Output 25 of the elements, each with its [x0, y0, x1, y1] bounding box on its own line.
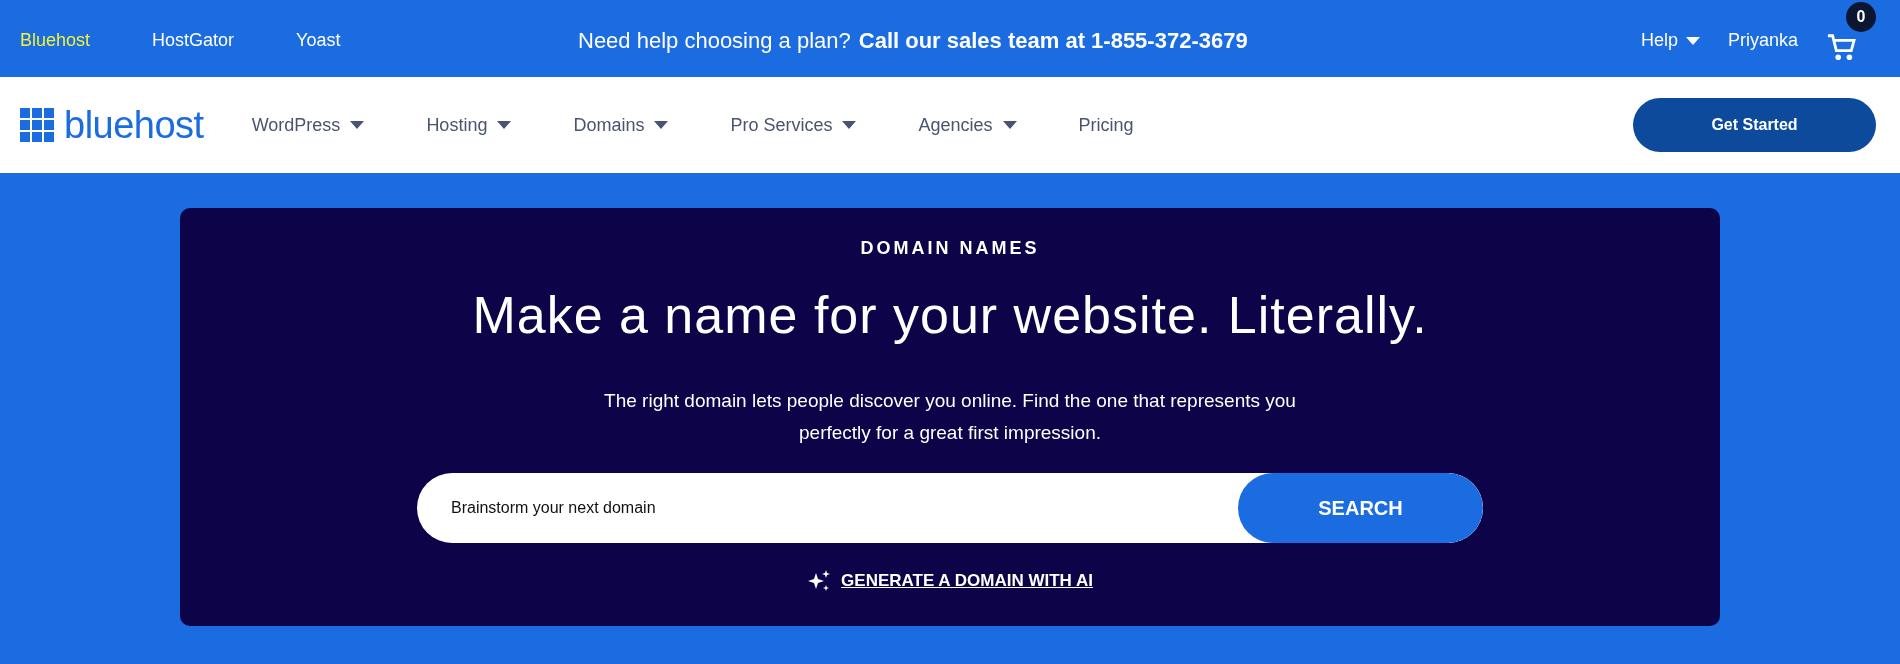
sales-promo-text: Need help choosing a plan? Call our sales team at 1-855-372-3679 — [578, 27, 1249, 54]
brand-link[interactable]: Bluehost — [20, 30, 91, 51]
logo-text[interactable]: bluehost — [64, 103, 204, 147]
nav-menu-item[interactable]: Domains — [573, 114, 669, 136]
hero-title: Make a name for your website. Literally. — [472, 285, 1428, 345]
cart-icon[interactable] — [1826, 31, 1856, 60]
domain-search-field[interactable]: Brainstorm your next domain SEARCH — [417, 473, 1483, 543]
get-started-button[interactable]: Get Started — [1633, 98, 1876, 152]
hero-description: The right domain lets people discover you online. Find the one that represents you perfectly for a great first impression. — [603, 389, 1297, 445]
help-menu[interactable]: Help — [1640, 30, 1700, 51]
brand-link[interactable]: HostGator — [152, 30, 235, 51]
section-label: DOMAIN NAMES — [860, 238, 1040, 259]
caret-icon — [1685, 36, 1700, 45]
user-name[interactable]: Priyanka — [1727, 30, 1798, 51]
sparkle-icon — [807, 569, 832, 593]
brand-link[interactable]: Yoast — [296, 30, 341, 51]
grid-logo-icon — [20, 108, 54, 142]
nav-menu-item[interactable]: Pro Services — [730, 114, 857, 136]
nav-menu-item[interactable]: WordPress — [251, 114, 365, 136]
nav-menu-item[interactable]: Agencies — [918, 114, 1017, 136]
nav-menu-item[interactable]: Pricing — [1078, 114, 1134, 136]
generate-domain-ai-link[interactable]: GENERATE A DOMAIN WITH AI — [841, 571, 1093, 591]
search-button[interactable]: SEARCH — [1238, 473, 1483, 543]
nav-menu-item[interactable]: Hosting — [426, 114, 512, 136]
cart-count-badge: 0 — [1846, 1, 1876, 32]
